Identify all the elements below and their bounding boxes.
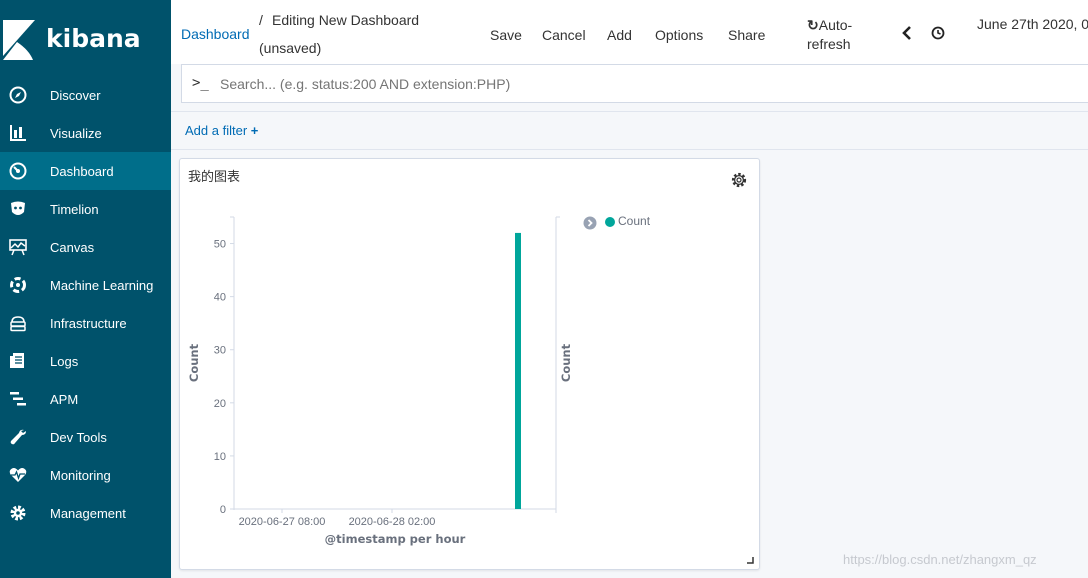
sidebar-item-label: Discover bbox=[50, 87, 101, 103]
sidebar-item-infrastructure[interactable]: Infrastructure bbox=[0, 304, 171, 342]
sidebar: kibana Discover Visualize Dashboard Time… bbox=[0, 0, 171, 578]
apm-icon bbox=[8, 389, 28, 409]
legend-swatch bbox=[605, 217, 615, 227]
chevron-left-icon[interactable] bbox=[901, 25, 913, 41]
infrastructure-icon bbox=[8, 313, 28, 333]
sidebar-item-label: APM bbox=[50, 391, 79, 407]
add-button[interactable]: Add bbox=[607, 27, 632, 43]
breadcrumb-dashboard-link[interactable]: Dashboard bbox=[181, 26, 250, 42]
sidebar-item-discover[interactable]: Discover bbox=[0, 76, 171, 114]
query-prompt-icon: >_ bbox=[192, 75, 209, 91]
y-axis-label-right: Count bbox=[559, 343, 573, 382]
page-title-status: (unsaved) bbox=[259, 40, 322, 56]
add-filter-button[interactable]: Add a filter + bbox=[185, 123, 258, 138]
y-tick-label: 40 bbox=[214, 292, 226, 304]
sidebar-item-apm[interactable]: APM bbox=[0, 380, 171, 418]
sidebar-item-label: Machine Learning bbox=[50, 277, 154, 293]
panel-options-gear-icon[interactable] bbox=[730, 171, 748, 189]
page-title: Editing New Dashboard bbox=[272, 12, 420, 28]
chart-bar bbox=[515, 232, 521, 509]
machine-learning-icon bbox=[8, 275, 28, 295]
gear-icon bbox=[8, 503, 28, 523]
options-button[interactable]: Options bbox=[655, 27, 703, 43]
share-button[interactable]: Share bbox=[728, 27, 765, 43]
sidebar-item-label: Visualize bbox=[50, 125, 102, 141]
auto-refresh-button[interactable]: ↻Auto- refresh bbox=[807, 16, 877, 54]
sidebar-item-monitoring[interactable]: Monitoring bbox=[0, 456, 171, 494]
sidebar-item-timelion[interactable]: Timelion bbox=[0, 190, 171, 228]
x-tick-label: 2020-06-27 08:00 bbox=[239, 516, 326, 528]
y-tick-label: 50 bbox=[214, 239, 226, 251]
clock-icon[interactable] bbox=[931, 26, 945, 40]
sidebar-item-label: Dev Tools bbox=[50, 429, 107, 445]
legend-label[interactable]: Count bbox=[618, 214, 650, 228]
x-axis-label: @timestamp per hour bbox=[325, 532, 466, 546]
y-tick-label: 0 bbox=[220, 504, 226, 516]
y-tick-label: 10 bbox=[214, 451, 226, 463]
watermark: https://blog.csdn.net/zhangxm_qz bbox=[843, 552, 1037, 567]
cancel-button[interactable]: Cancel bbox=[542, 27, 586, 43]
plus-icon: + bbox=[250, 123, 259, 138]
top-bar: Dashboard / Editing New Dashboard (unsav… bbox=[171, 0, 1088, 64]
divider bbox=[171, 111, 1088, 112]
sidebar-item-label: Logs bbox=[50, 353, 79, 369]
x-tick-label: 2020-06-28 02:00 bbox=[349, 516, 436, 528]
auto-refresh-label-1: Auto- bbox=[818, 17, 853, 33]
heartbeat-icon bbox=[8, 465, 28, 485]
resize-handle-icon[interactable] bbox=[746, 556, 754, 564]
sidebar-nav: Discover Visualize Dashboard Timelion Ca… bbox=[0, 76, 171, 532]
query-bar: >_ bbox=[181, 64, 1088, 103]
search-input[interactable] bbox=[220, 74, 1070, 94]
canvas-icon bbox=[8, 237, 28, 257]
sidebar-item-label: Timelion bbox=[50, 201, 99, 217]
save-button[interactable]: Save bbox=[490, 27, 522, 43]
refresh-icon: ↻ bbox=[807, 17, 819, 33]
sidebar-item-visualize[interactable]: Visualize bbox=[0, 114, 171, 152]
sidebar-item-label: Infrastructure bbox=[50, 315, 127, 331]
timelion-icon bbox=[8, 199, 28, 219]
kibana-logo[interactable]: kibana bbox=[0, 18, 171, 62]
dashboard-panel: 我的图表 0 10 20 30 40 50 2020-06-27 08:00 2020-06-… bbox=[179, 158, 760, 570]
sidebar-item-label: Management bbox=[50, 505, 126, 521]
kibana-logo-icon bbox=[3, 20, 35, 60]
sidebar-item-label: Dashboard bbox=[50, 163, 114, 179]
sidebar-item-canvas[interactable]: Canvas bbox=[0, 228, 171, 266]
bar-chart: 0 10 20 30 40 50 2020-06-27 08:00 2020-06-28 02… bbox=[187, 216, 573, 546]
logs-icon bbox=[8, 351, 28, 371]
panel-title: 我的图表 bbox=[188, 170, 241, 185]
divider bbox=[171, 149, 1088, 150]
breadcrumb-separator: / bbox=[259, 12, 263, 28]
compass-icon bbox=[8, 85, 28, 105]
y-tick-label: 30 bbox=[214, 345, 226, 357]
legend-toggle-icon[interactable] bbox=[583, 216, 597, 230]
dashboard-icon bbox=[8, 161, 28, 181]
time-range-start[interactable]: June 27th 2020, 0 bbox=[977, 16, 1088, 32]
sidebar-item-logs[interactable]: Logs bbox=[0, 342, 171, 380]
wrench-icon bbox=[8, 427, 28, 447]
bar-chart-icon bbox=[8, 123, 28, 143]
sidebar-item-machine-learning[interactable]: Machine Learning bbox=[0, 266, 171, 304]
auto-refresh-label-2: refresh bbox=[807, 36, 851, 52]
logo-text: kibana bbox=[46, 24, 141, 53]
y-axis-label: Count bbox=[187, 343, 201, 382]
sidebar-item-label: Monitoring bbox=[50, 467, 111, 483]
y-tick-label: 20 bbox=[214, 398, 226, 410]
add-filter-label: Add a filter bbox=[185, 123, 248, 138]
sidebar-item-dev-tools[interactable]: Dev Tools bbox=[0, 418, 171, 456]
sidebar-item-label: Canvas bbox=[50, 239, 95, 255]
sidebar-item-dashboard[interactable]: Dashboard bbox=[0, 152, 171, 190]
sidebar-item-management[interactable]: Management bbox=[0, 494, 171, 532]
